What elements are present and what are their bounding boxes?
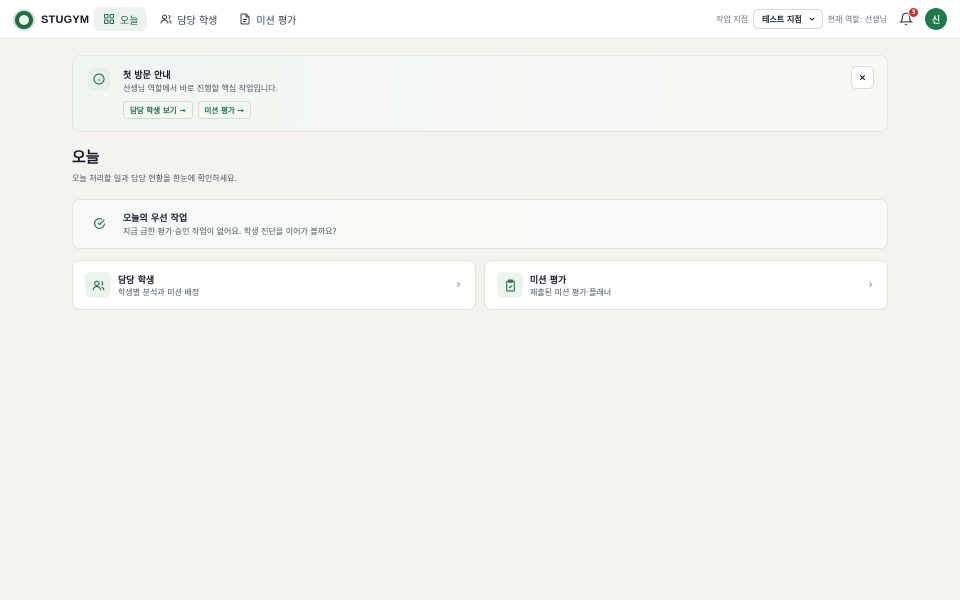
check-circle-icon xyxy=(88,212,110,234)
chevron-right-icon xyxy=(456,281,461,288)
notification-button[interactable]: 3 xyxy=(897,7,919,28)
clipboard-check-icon xyxy=(497,272,523,298)
branch-label: 작업 지점 xyxy=(716,14,749,24)
card-title: 담당 학생 xyxy=(118,276,155,286)
notice-description: 선생님 역할에서 바로 진행할 핵심 작업입니다. xyxy=(123,84,279,93)
mission-eval-card[interactable]: 미션 평가 제출된 미션 평가·플래너 xyxy=(484,260,888,310)
nav-item-label: 담당 학생 xyxy=(177,15,218,27)
notice-actions: 담당 학생 보기 → 미션 평가 → xyxy=(123,101,251,119)
nav-item-label: 미션 평가 xyxy=(256,15,297,27)
priority-title: 오늘의 우선 작업 xyxy=(123,214,188,224)
top-bar: STUGYM 오늘 담당 학생 미션 평가 작업 지점 테스트 지점 현재 역할… xyxy=(0,0,960,39)
close-icon xyxy=(859,74,866,81)
nav-item-label: 오늘 xyxy=(120,15,139,27)
chevron-down-icon xyxy=(809,17,815,21)
main-nav: 오늘 담당 학생 미션 평가 xyxy=(94,7,305,31)
current-role: 현재 역할: 선생님 xyxy=(827,14,887,24)
card-title: 미션 평가 xyxy=(530,276,567,286)
card-description: 제출된 미션 평가·플래너 xyxy=(530,288,612,297)
document-icon xyxy=(240,13,250,25)
view-students-button[interactable]: 담당 학생 보기 → xyxy=(123,101,193,119)
students-card[interactable]: 담당 학생 학생별 분석과 미션 배정 xyxy=(72,260,476,310)
nav-item-today[interactable]: 오늘 xyxy=(94,7,148,31)
nav-item-students[interactable]: 담당 학생 xyxy=(151,7,226,31)
first-visit-notice: 첫 방문 안내 선생님 역할에서 바로 진행할 핵심 작업입니다. 담당 학생 … xyxy=(72,55,888,132)
header-right: 작업 지점 테스트 지점 현재 역할: 선생님 3 신 xyxy=(716,7,947,30)
close-notice-button[interactable] xyxy=(851,66,874,89)
branch-select-value: 테스트 지점 xyxy=(762,14,802,24)
brand[interactable]: STUGYM xyxy=(13,9,89,31)
card-description: 학생별 분석과 미션 배정 xyxy=(118,288,200,297)
chevron-right-icon xyxy=(868,281,873,288)
priority-description: 지금 급한 평가·승인 작업이 없어요. 학생 진단을 이어가 볼까요? xyxy=(123,227,337,236)
notice-title: 첫 방문 안내 xyxy=(123,71,171,81)
avatar[interactable]: 신 xyxy=(925,8,947,30)
priority-task-card: 오늘의 우선 작업 지금 급한 평가·승인 작업이 없어요. 학생 진단을 이어… xyxy=(72,199,888,249)
users-icon xyxy=(160,14,172,24)
mission-eval-button[interactable]: 미션 평가 → xyxy=(197,101,251,119)
users-icon xyxy=(85,272,111,298)
branch-select[interactable]: 테스트 지점 xyxy=(753,9,823,29)
nav-item-mission-eval[interactable]: 미션 평가 xyxy=(230,7,305,31)
logo-icon xyxy=(13,9,35,31)
info-icon xyxy=(88,68,110,90)
brand-name: STUGYM xyxy=(41,14,90,26)
page-subtitle: 오늘 처리할 일과 담당 현황을 한눈에 확인하세요. xyxy=(72,174,237,183)
grid-icon xyxy=(104,14,114,24)
notification-badge: 3 xyxy=(908,7,919,18)
page-title: 오늘 xyxy=(72,148,100,166)
